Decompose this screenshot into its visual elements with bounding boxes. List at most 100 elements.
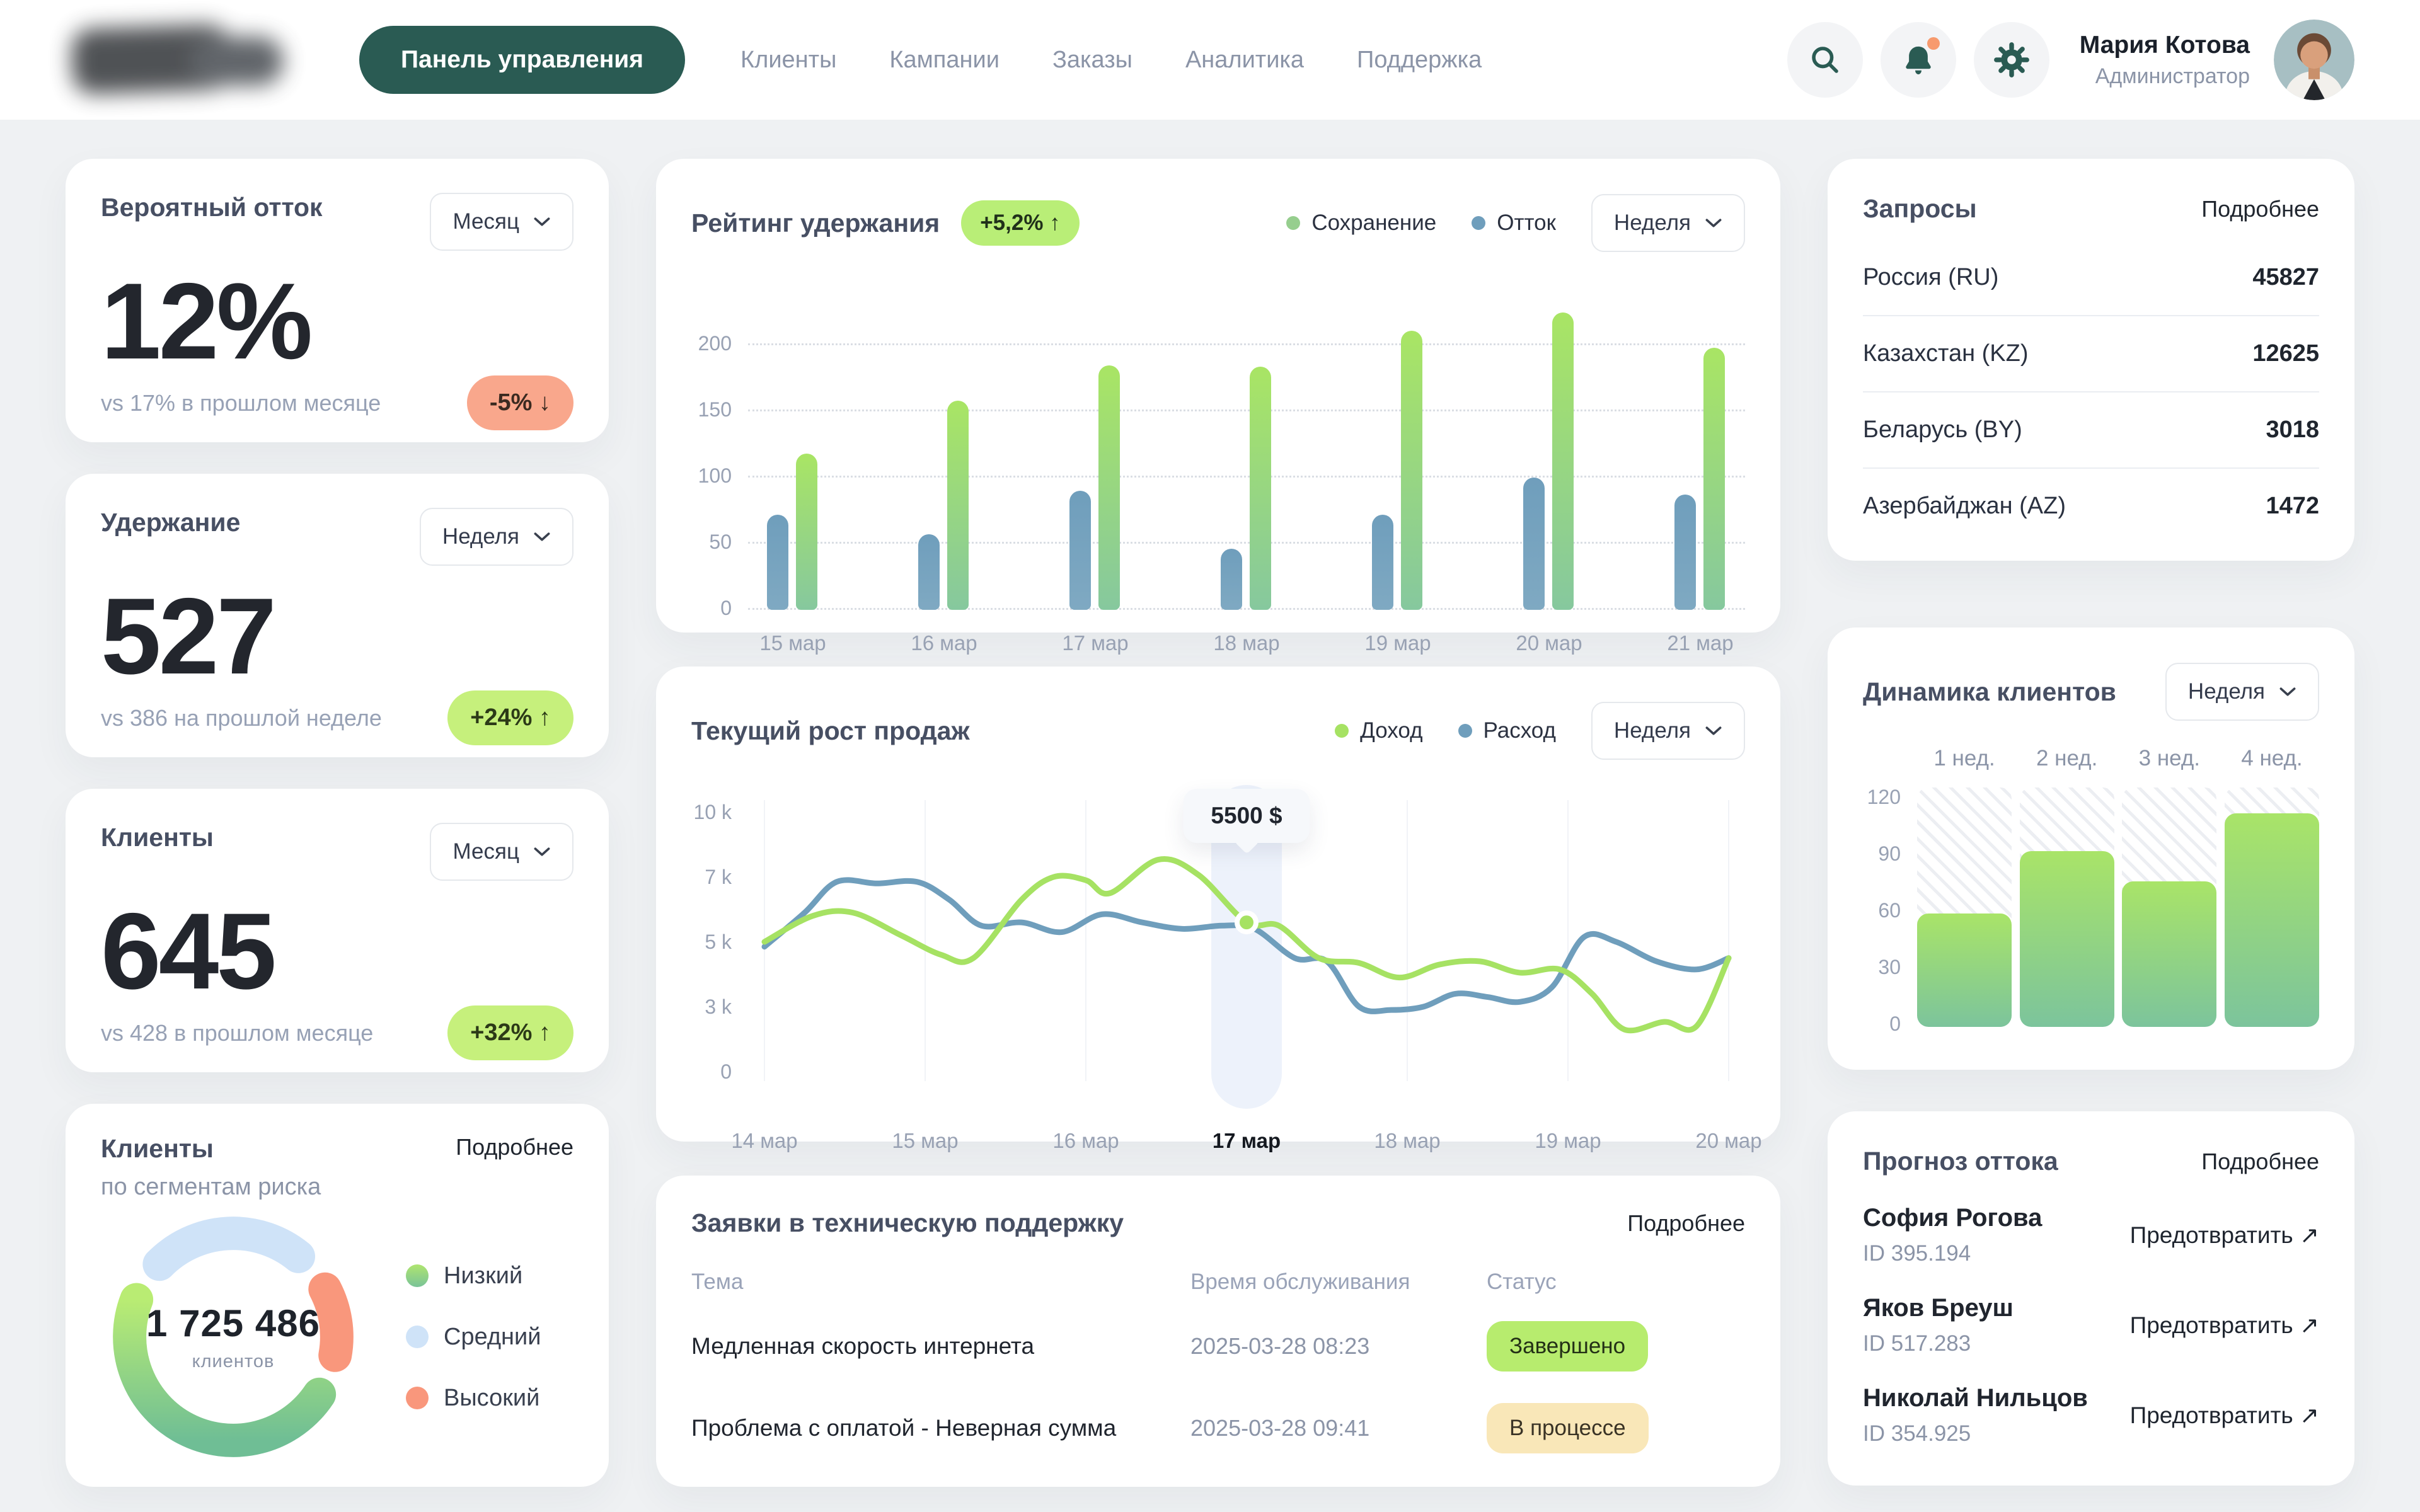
column-header: Статус (1487, 1269, 1745, 1295)
bar-group: 20 мар (1523, 295, 1575, 610)
column-header: Тема (691, 1269, 1190, 1295)
period-select[interactable]: Неделя (1591, 194, 1745, 252)
churn-person-name: София Рогова (1863, 1204, 2042, 1232)
ticket-status-cell: Завершено (1487, 1321, 1745, 1372)
more-link[interactable]: Подробнее (456, 1134, 573, 1160)
retention-bar-churn (1221, 549, 1242, 610)
more-link[interactable]: Подробнее (1627, 1210, 1745, 1237)
nav-item[interactable]: Заказы (1052, 47, 1132, 74)
y-tick-label: 7 k (705, 866, 732, 889)
y-tick-label: 0 (720, 597, 732, 620)
request-row: Казахстан (KZ) 12625 (1863, 316, 2319, 392)
legend-dot-mid (406, 1326, 429, 1348)
x-label: 18 мар (1374, 1129, 1440, 1153)
kpi-value: 645 (101, 897, 573, 1005)
churn-row: Яков БреушID 517.283 Предотвратить ↗ (1863, 1294, 2319, 1356)
x-label: 16 мар (911, 631, 977, 655)
request-country: Казахстан (KZ) (1863, 340, 2029, 367)
settings-button[interactable] (1974, 22, 2049, 98)
support-title: Заявки в техническую поддержку (691, 1208, 1124, 1238)
retention-chart-card: Рейтинг удержания +5,2% ↑ Сохранение Отт… (656, 159, 1780, 633)
dynamics-bar (1917, 914, 2012, 1027)
churn-person-name: Яков Бреуш (1863, 1294, 2014, 1322)
dynamics-column (2020, 788, 2114, 1027)
retention-bar-churn (1372, 515, 1393, 610)
x-label: 18 мар (1213, 631, 1279, 655)
y-tick-label: 5 k (705, 931, 732, 954)
search-icon (1806, 40, 1845, 79)
kpi-value: 527 (101, 582, 573, 690)
retention-bar-churn (767, 515, 788, 610)
period-value: Неделя (2188, 679, 2265, 704)
chevron-down-icon (1705, 726, 1722, 736)
prevent-link[interactable]: Предотвратить ↗ (2130, 1402, 2319, 1429)
legend-label: Доход (1360, 718, 1422, 743)
nav-item[interactable]: Кампании (889, 47, 1000, 74)
period-value: Месяц (452, 839, 519, 864)
period-select[interactable]: Неделя (420, 508, 573, 566)
avatar[interactable] (2274, 20, 2354, 100)
period-value: Неделя (442, 524, 519, 549)
x-label: 21 мар (1667, 631, 1733, 655)
bar-group: 18 мар (1221, 295, 1272, 610)
chevron-down-icon (1705, 218, 1722, 229)
prevent-link[interactable]: Предотвратить ↗ (2130, 1222, 2319, 1249)
chart-tooltip: 5500 $ (1183, 789, 1310, 843)
nav-item[interactable]: Поддержка (1357, 47, 1482, 74)
topbar: Панель управления Клиенты Кампании Заказы А… (0, 0, 2420, 120)
retention-bar-save (1552, 312, 1574, 610)
notifications-button[interactable] (1881, 22, 1956, 98)
trend-badge: +5,2% ↑ (961, 200, 1079, 246)
more-link[interactable]: Подробнее (2201, 196, 2319, 222)
y-tick-label: 50 (709, 530, 732, 554)
kpi-badge: +24% ↑ (447, 690, 573, 745)
prevent-link[interactable]: Предотвратить ↗ (2130, 1312, 2319, 1339)
y-tick-label: 3 k (705, 995, 732, 1019)
tab-dashboard[interactable]: Панель управления (359, 26, 685, 94)
period-select[interactable]: Месяц (430, 193, 573, 251)
kpi-compare: vs 17% в прошлом месяце (101, 390, 381, 416)
request-count: 12625 (2252, 340, 2319, 367)
y-tick-label: 30 (1878, 956, 1901, 979)
churn-person: Яков БреушID 517.283 (1863, 1294, 2014, 1356)
kpi-compare: vs 386 на прошлой неделе (101, 705, 382, 731)
kpi-card-clients: Клиенты Месяц 645 vs 428 в прошлом месяц… (66, 789, 609, 1072)
kpi-value: 12% (101, 267, 573, 375)
legend-dot-expense (1458, 724, 1472, 738)
more-link[interactable]: Подробнее (2201, 1148, 2319, 1175)
center-column: Рейтинг удержания +5,2% ↑ Сохранение Отт… (656, 159, 1780, 1487)
retention-plot: 15 мар16 мар17 мар18 мар19 мар20 мар21 м… (748, 295, 1745, 610)
dynamics-bar (2122, 881, 2216, 1027)
status-badge: В процессе (1487, 1403, 1649, 1453)
churn-person-id: ID 354.925 (1863, 1421, 2088, 1446)
segments-subtitle: по сегментам риска (101, 1174, 573, 1201)
period-select[interactable]: Неделя (1591, 702, 1745, 760)
user-role: Администратор (2080, 64, 2250, 89)
support-row: Проблема с оплатой - Неверная сумма2025-… (691, 1398, 1745, 1458)
notification-dot (1927, 37, 1940, 50)
retention-bar-save (1250, 367, 1271, 610)
donut-center-label: клиентов (192, 1351, 275, 1372)
y-tick-label: 150 (698, 398, 732, 421)
dynamics-column (1917, 788, 2012, 1027)
week-label: 4 нед. (2225, 746, 2319, 771)
period-select[interactable]: Неделя (2165, 663, 2319, 721)
x-label: 17 мар (1213, 1129, 1281, 1153)
search-button[interactable] (1787, 22, 1863, 98)
nav-item[interactable]: Клиенты (740, 47, 836, 74)
period-select[interactable]: Месяц (430, 823, 573, 881)
sales-title: Текущий рост продаж (691, 716, 970, 746)
main-nav: Клиенты Кампании Заказы Аналитика Поддержка (740, 47, 1482, 74)
chevron-down-icon (533, 532, 551, 542)
requests-card: Запросы Подробнее Россия (RU)45827Казахс… (1828, 159, 2354, 561)
churn-row: София РоговаID 395.194Предотвратить ↗ (1863, 1204, 2319, 1266)
churn-person-name: Николай Нильцов (1863, 1384, 2088, 1412)
user-menu[interactable]: Мария Котова Администратор (2080, 20, 2354, 100)
retention-bar-save (796, 454, 817, 610)
risk-donut-chart: 1 725 486 клиентов (101, 1205, 366, 1469)
bar-group: 21 мар (1674, 295, 1726, 610)
kpi-card-retention: Удержание Неделя 527 vs 386 на прошлой н… (66, 474, 609, 757)
x-label: 20 мар (1516, 631, 1582, 655)
nav-item[interactable]: Аналитика (1185, 47, 1304, 74)
request-count: 3018 (2266, 416, 2319, 444)
